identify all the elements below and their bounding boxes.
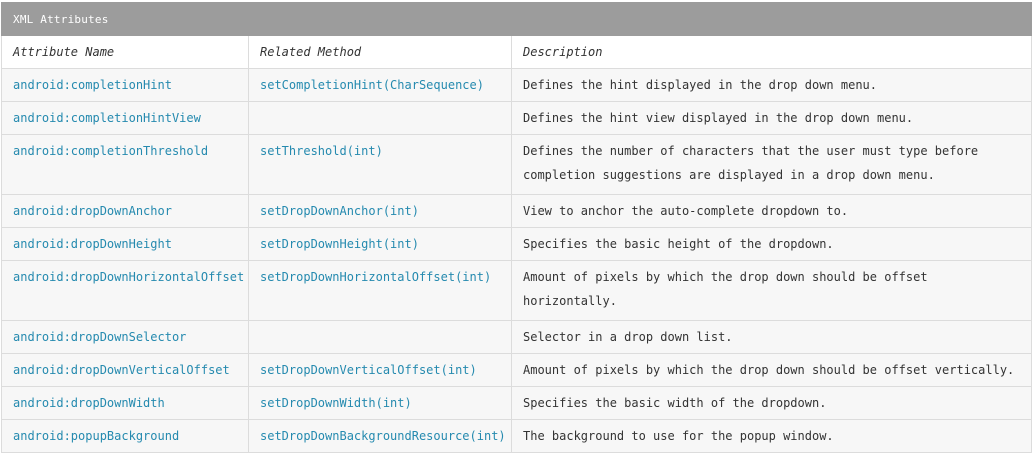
attribute-link[interactable]: android:completionHintView: [1, 101, 249, 135]
attribute-link[interactable]: android:dropDownVerticalOffset: [1, 353, 249, 387]
attribute-link[interactable]: android:completionHint: [1, 68, 249, 102]
description-cell: Defines the number of characters that th…: [511, 134, 1032, 195]
table-row: android:dropDownSelector Selector in a d…: [1, 320, 1032, 354]
attribute-link[interactable]: android:dropDownHorizontalOffset: [1, 260, 249, 321]
attribute-link[interactable]: android:dropDownHeight: [1, 227, 249, 261]
column-header-attribute-name: Attribute Name: [1, 35, 249, 69]
description-cell: Amount of pixels by which the drop down …: [511, 260, 1032, 321]
method-link[interactable]: setDropDownBackgroundResource(int): [248, 419, 512, 453]
table-row: android:completionHint setCompletionHint…: [1, 68, 1032, 102]
attribute-link[interactable]: android:dropDownWidth: [1, 386, 249, 420]
description-cell: Specifies the basic width of the dropdow…: [511, 386, 1032, 420]
method-link[interactable]: setDropDownAnchor(int): [248, 194, 512, 228]
table-row: android:completionHintView Defines the h…: [1, 101, 1032, 135]
table-row: android:popupBackground setDropDownBackg…: [1, 419, 1032, 453]
table-row: android:dropDownWidth setDropDownWidth(i…: [1, 386, 1032, 420]
attribute-link[interactable]: android:dropDownAnchor: [1, 194, 249, 228]
description-cell: Specifies the basic height of the dropdo…: [511, 227, 1032, 261]
method-link[interactable]: setThreshold(int): [248, 134, 512, 195]
method-link[interactable]: setDropDownVerticalOffset(int): [248, 353, 512, 387]
table-row: android:dropDownHorizontalOffset setDrop…: [1, 260, 1032, 321]
method-link[interactable]: setCompletionHint(CharSequence): [248, 68, 512, 102]
table-title-row: XML Attributes: [1, 2, 1032, 36]
table-title: XML Attributes: [1, 2, 1032, 36]
method-cell-empty: [248, 101, 512, 135]
table-row: android:dropDownHeight setDropDownHeight…: [1, 227, 1032, 261]
column-header-related-method: Related Method: [248, 35, 512, 69]
table-row: android:dropDownAnchor setDropDownAnchor…: [1, 194, 1032, 228]
table-row: android:dropDownVerticalOffset setDropDo…: [1, 353, 1032, 387]
description-cell: Defines the hint view displayed in the d…: [511, 101, 1032, 135]
description-cell: Defines the hint displayed in the drop d…: [511, 68, 1032, 102]
table-row: android:completionThreshold setThreshold…: [1, 134, 1032, 195]
method-link[interactable]: setDropDownHorizontalOffset(int): [248, 260, 512, 321]
attribute-link[interactable]: android:dropDownSelector: [1, 320, 249, 354]
method-cell-empty: [248, 320, 512, 354]
attribute-link[interactable]: android:popupBackground: [1, 419, 249, 453]
method-link[interactable]: setDropDownHeight(int): [248, 227, 512, 261]
description-cell: Selector in a drop down list.: [511, 320, 1032, 354]
description-cell: The background to use for the popup wind…: [511, 419, 1032, 453]
column-header-description: Description: [511, 35, 1032, 69]
description-cell: Amount of pixels by which the drop down …: [511, 353, 1032, 387]
attribute-link[interactable]: android:completionThreshold: [1, 134, 249, 195]
xml-attributes-table: XML Attributes Attribute Name Related Me…: [1, 2, 1032, 453]
description-cell: View to anchor the auto-complete dropdow…: [511, 194, 1032, 228]
column-header-row: Attribute Name Related Method Descriptio…: [1, 35, 1032, 69]
method-link[interactable]: setDropDownWidth(int): [248, 386, 512, 420]
